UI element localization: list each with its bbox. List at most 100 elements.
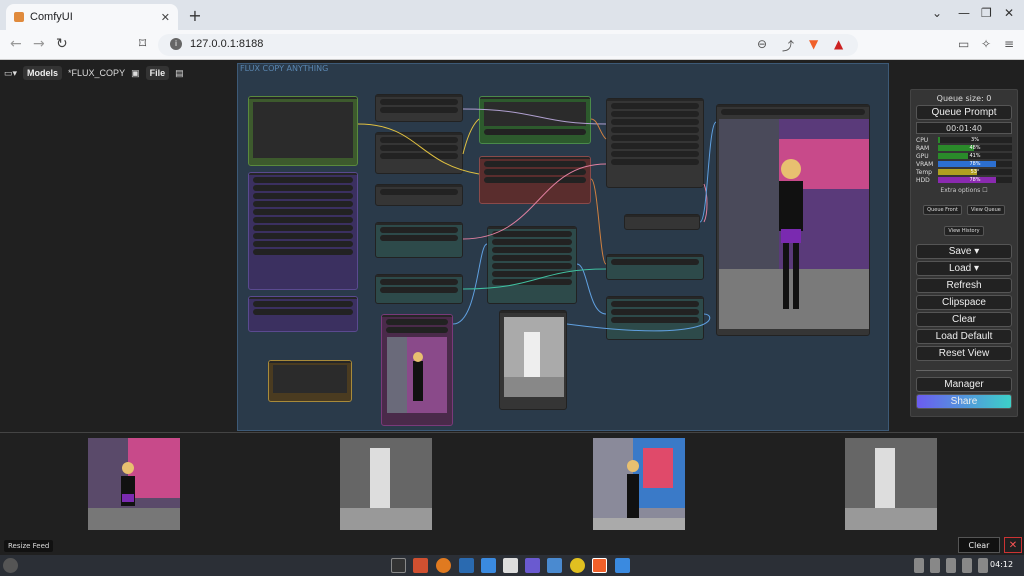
reset-view-button[interactable]: Reset View: [916, 346, 1012, 361]
note-node[interactable]: [268, 360, 352, 402]
models-button[interactable]: Models: [23, 66, 63, 80]
load-button[interactable]: Load ▾: [916, 261, 1012, 276]
queue-prompt-button[interactable]: Queue Prompt: [916, 105, 1012, 120]
florence-node[interactable]: [248, 172, 358, 290]
save-button[interactable]: Save ▾: [916, 244, 1012, 259]
loaded-image-preview: [387, 337, 447, 413]
view-history-button[interactable]: View History: [944, 226, 984, 236]
tray-icon[interactable]: [914, 558, 924, 573]
back-icon[interactable]: ←: [10, 36, 22, 52]
load-vae-node[interactable]: [375, 184, 463, 206]
window-close-button[interactable]: ✕: [1004, 6, 1014, 20]
node-header: [249, 97, 357, 99]
extra-options-label[interactable]: Extra options ☐: [916, 187, 1012, 194]
site-info-icon[interactable]: i: [170, 38, 182, 50]
feed-thumb-4[interactable]: [845, 438, 937, 530]
share-page-icon[interactable]: ⤴: [782, 37, 794, 54]
feed-thumb-1[interactable]: [88, 438, 180, 530]
save-disk-icon[interactable]: ▤: [175, 68, 184, 79]
grid-app-icon[interactable]: [547, 558, 562, 573]
os-taskbar: 04:12: [0, 555, 1024, 576]
resize-feed-button[interactable]: Resize Feed: [4, 540, 54, 552]
start-menu-icon[interactable]: [3, 558, 18, 573]
feed-clear-button[interactable]: Clear: [958, 537, 1000, 553]
refresh-button[interactable]: Refresh: [916, 278, 1012, 293]
manager-button[interactable]: Manager: [916, 377, 1012, 392]
brave-browser-icon[interactable]: [592, 558, 607, 573]
group-title: FLUX COPY ANYTHING: [240, 64, 329, 73]
resource-monitor: CPU 3% RAM 48% GPU 41% VRAM 78% Temp 53° HDD 78%: [916, 136, 1012, 184]
dual-clip-loader-node[interactable]: [375, 132, 463, 174]
load-default-button[interactable]: Load Default: [916, 329, 1012, 344]
volume-icon[interactable]: [978, 558, 988, 573]
feed-thumb-3[interactable]: [593, 438, 685, 530]
tab-close-icon[interactable]: ✕: [161, 11, 170, 24]
reload-icon[interactable]: ↻: [56, 36, 68, 52]
apply-flux-controlnet-node[interactable]: [606, 254, 704, 280]
clock: 04:12: [990, 560, 1014, 569]
extra-options-checkbox[interactable]: ☐: [982, 187, 987, 194]
clip-text-encode-positive-node[interactable]: [479, 96, 591, 144]
vae-decode-node[interactable]: [624, 214, 700, 230]
resize-image-node[interactable]: [487, 226, 577, 304]
url-field[interactable]: i 127.0.0.1:8188: [158, 34, 858, 56]
minimize-button[interactable]: —: [958, 6, 970, 20]
clipspace-button[interactable]: Clipspace: [916, 295, 1012, 310]
browser-menu-icon[interactable]: ≡: [1004, 37, 1014, 51]
load-image-node[interactable]: [381, 314, 453, 426]
stat-row-gpu: GPU 41%: [916, 152, 1012, 160]
app-icon[interactable]: [525, 558, 540, 573]
prompt-text-node[interactable]: [248, 96, 358, 166]
forward-icon[interactable]: →: [33, 36, 45, 52]
network-icon[interactable]: [962, 558, 972, 573]
empty-latent-node[interactable]: [375, 222, 463, 258]
stat-label: VRAM: [916, 160, 934, 168]
extensions-icon[interactable]: ✧: [981, 37, 991, 51]
files-icon[interactable]: [481, 558, 496, 573]
prompt-textarea[interactable]: [253, 102, 353, 158]
app-launcher-icon[interactable]: [413, 558, 428, 573]
queue-panel: Queue size: 0 Queue Prompt 00:01:40 CPU 3…: [910, 89, 1018, 417]
panel-divider: [916, 370, 1012, 371]
file-menu-button[interactable]: File: [145, 66, 170, 80]
bookmark-icon[interactable]: ⌑: [139, 36, 146, 52]
document-icon[interactable]: [503, 558, 518, 573]
clear-button[interactable]: Clear: [916, 312, 1012, 327]
depth-map-preview: [504, 317, 564, 397]
zoom-icon[interactable]: ⊖: [757, 37, 767, 51]
brave-rewards-icon[interactable]: ▲: [834, 37, 843, 51]
chrome-icon[interactable]: [570, 558, 585, 573]
tab-list-chevron-icon[interactable]: ⌄: [932, 6, 942, 20]
image-feed: Resize Feed Clear ✕: [0, 432, 1024, 555]
preview-image-node[interactable]: [499, 310, 567, 410]
brave-shield-icon[interactable]: ▼: [809, 37, 818, 51]
queue-front-button[interactable]: Queue Front: [923, 205, 962, 215]
ksampler-node[interactable]: [606, 98, 704, 188]
tray-icon[interactable]: [930, 558, 940, 573]
folder-icon[interactable]: ▭▾: [4, 68, 17, 79]
stat-bar: 78%: [938, 177, 1012, 183]
tray-icon[interactable]: [946, 558, 956, 573]
vscode-icon[interactable]: [459, 558, 474, 573]
window-app-icon[interactable]: [615, 558, 630, 573]
wallet-icon[interactable]: ▭: [958, 37, 969, 51]
terminal-icon[interactable]: [391, 558, 406, 573]
feed-thumb-2[interactable]: [340, 438, 432, 530]
browser-tab[interactable]: ComfyUI ✕: [6, 4, 178, 30]
stat-bar: 3%: [938, 137, 1012, 143]
new-tab-button[interactable]: +: [186, 6, 204, 25]
maximize-button[interactable]: ❐: [981, 6, 992, 20]
feed-close-button[interactable]: ✕: [1004, 537, 1022, 553]
clip-text-encode-negative-node[interactable]: [479, 156, 591, 204]
share-button[interactable]: Share: [916, 394, 1012, 409]
florence-model-loader-node[interactable]: [248, 296, 358, 332]
firefox-icon[interactable]: [436, 558, 451, 573]
node-graph-canvas[interactable]: FLUX COPY ANYTHING: [237, 63, 889, 431]
view-queue-button[interactable]: View Queue: [966, 205, 1005, 215]
depth-map-node[interactable]: [606, 296, 704, 340]
workflow-name: *FLUX_COPY: [68, 68, 126, 78]
load-controlnet-node[interactable]: [375, 274, 463, 304]
load-diffusion-model-node[interactable]: [375, 94, 463, 122]
image-icon[interactable]: ▣: [131, 68, 140, 79]
save-image-node[interactable]: [716, 104, 870, 336]
